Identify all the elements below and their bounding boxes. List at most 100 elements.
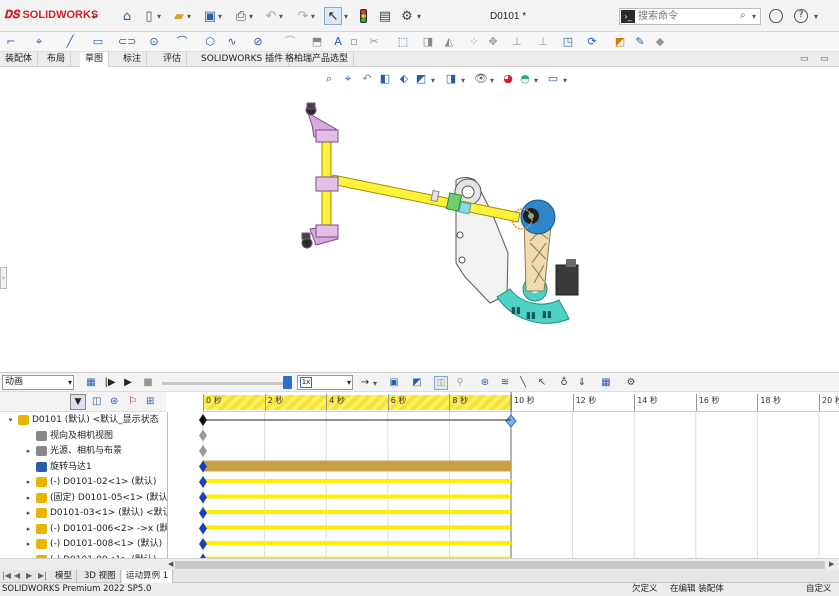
- search-input[interactable]: [638, 9, 738, 24]
- stop-icon[interactable]: ■: [141, 376, 155, 390]
- select-pointer-icon[interactable]: ↖: [324, 7, 342, 25]
- restore-icon[interactable]: ▭: [800, 54, 809, 64]
- tab-solidworks-addins[interactable]: SOLIDWORKS 插件: [196, 52, 290, 67]
- results-plots-icon[interactable]: ▦: [599, 376, 613, 390]
- menu-expand-icon[interactable]: ▸: [93, 12, 97, 21]
- graphics-area[interactable]: › ▮▮ ▮▮ ▮▮ ⌕ ⌖ ↶ ◧ ⬖ ◩ ▾ ◨ ▾ 👁 ▾ ◕ ◓ ▾ ▭…: [0, 67, 839, 372]
- damper-icon[interactable]: ╲: [516, 376, 530, 390]
- spline-icon[interactable]: ∿: [224, 34, 240, 50]
- tab-product-selection[interactable]: 格柏瑞产品选型: [280, 52, 355, 67]
- open-folder-icon[interactable]: ▰: [170, 7, 188, 25]
- chevron-down-icon[interactable]: ▾: [752, 12, 756, 21]
- arc-icon[interactable]: ⌒: [174, 34, 190, 50]
- playback-mode-icon[interactable]: →: [358, 376, 372, 390]
- view-orientation-icon[interactable]: ◩: [414, 72, 428, 86]
- fillet-icon[interactable]: ⌒: [282, 34, 298, 50]
- file-properties-icon[interactable]: ▤: [376, 7, 394, 25]
- previous-view-icon[interactable]: ↶: [360, 72, 374, 86]
- rectangle-icon[interactable]: ▭: [90, 34, 106, 50]
- trim-icon[interactable]: ✂: [366, 34, 382, 50]
- hide-show-items-icon[interactable]: 👁: [474, 72, 488, 86]
- view-settings-icon[interactable]: ▭: [546, 72, 560, 86]
- zoom-area-icon[interactable]: ⌖: [341, 72, 355, 86]
- chevron-down-icon[interactable]: ▾: [249, 12, 253, 21]
- chevron-down-icon[interactable]: ▾: [344, 12, 348, 21]
- chevron-down-icon[interactable]: ▾: [563, 76, 567, 85]
- animation-wizard-icon[interactable]: ◩: [410, 376, 424, 390]
- play-from-start-icon[interactable]: |▶: [103, 376, 117, 390]
- chevron-down-icon[interactable]: ▾: [417, 12, 421, 21]
- polygon-icon[interactable]: ⬡: [202, 34, 218, 50]
- first-tab-arrow-icon[interactable]: |◀: [2, 571, 11, 580]
- motion-study-properties-icon[interactable]: ⚙: [624, 376, 638, 390]
- circle-icon[interactable]: ⊙: [146, 34, 162, 50]
- undo-icon[interactable]: ↶: [262, 7, 280, 25]
- dynamic-annotation-icon[interactable]: ⬖: [397, 72, 411, 86]
- line-icon[interactable]: ╱: [62, 34, 78, 50]
- traffic-light-icon[interactable]: [360, 9, 367, 23]
- solidworks-logo[interactable]: 𝐃𝐒 SOLIDWORKS: [4, 9, 98, 22]
- rapid-sketch-icon[interactable]: ✎: [632, 34, 648, 50]
- options-gear-icon[interactable]: ⚙: [398, 7, 416, 25]
- text-icon[interactable]: A: [330, 34, 346, 50]
- slot-icon[interactable]: ⊂⊃: [118, 34, 136, 50]
- last-tab-arrow-icon[interactable]: ▶|: [38, 571, 47, 580]
- ellipse-icon[interactable]: ⊘: [250, 34, 266, 50]
- search-icon[interactable]: ⌕: [740, 10, 746, 21]
- gravity-icon[interactable]: ⇓: [575, 376, 589, 390]
- tab-3d-view[interactable]: 3D 视图: [80, 570, 121, 583]
- relations-icon[interactable]: ⊥: [509, 34, 525, 50]
- tab-layout[interactable]: 布局: [42, 52, 72, 67]
- playback-slider-thumb[interactable]: [283, 376, 292, 389]
- tab-evaluate[interactable]: 评估: [158, 52, 188, 67]
- scroll-left-icon[interactable]: ◀: [168, 560, 173, 568]
- point-icon[interactable]: ▫: [346, 34, 362, 50]
- contact-icon[interactable]: ♁: [557, 376, 571, 390]
- corner-rectangle-icon[interactable]: ⌐: [3, 34, 19, 50]
- tab-model[interactable]: 模型: [51, 570, 78, 583]
- new-document-icon[interactable]: ▯: [140, 7, 158, 25]
- custom-units[interactable]: 自定义: [806, 583, 832, 596]
- spring-icon[interactable]: ≋: [498, 376, 512, 390]
- linear-pattern-icon[interactable]: ⁘: [466, 34, 482, 50]
- home-icon[interactable]: ⌂: [118, 7, 136, 25]
- quick-snaps-icon[interactable]: ◳: [560, 34, 576, 50]
- save-animation-icon[interactable]: ▣: [387, 376, 401, 390]
- offset-icon[interactable]: ◨: [420, 34, 436, 50]
- chevron-down-icon[interactable]: ▾: [461, 76, 465, 85]
- chevron-down-icon[interactable]: ▾: [68, 376, 72, 389]
- instant2d-icon[interactable]: ⟳: [584, 34, 600, 50]
- chevron-down-icon[interactable]: ▾: [534, 76, 538, 85]
- pin-icon[interactable]: ▭: [820, 54, 829, 64]
- zoom-to-fit-icon[interactable]: ⌕: [322, 72, 336, 86]
- help-icon[interactable]: ?: [794, 9, 808, 23]
- redo-icon[interactable]: ↷: [294, 7, 312, 25]
- convert-entities-icon[interactable]: ⬚: [395, 34, 411, 50]
- force-icon[interactable]: ↖: [535, 376, 549, 390]
- tab-motion-study-1[interactable]: 运动算例 1: [122, 570, 174, 583]
- shaded-sketch-icon[interactable]: ◩: [612, 34, 628, 50]
- account-icon[interactable]: [769, 9, 783, 23]
- play-icon[interactable]: ▶: [121, 376, 135, 390]
- display-style-icon[interactable]: ◨: [444, 72, 458, 86]
- scroll-thumb[interactable]: [175, 561, 825, 569]
- chevron-down-icon[interactable]: ▾: [218, 12, 222, 21]
- chevron-down-icon[interactable]: ▾: [187, 12, 191, 21]
- playback-speed-select[interactable]: 1x ▾: [297, 375, 353, 390]
- search-commands-box[interactable]: ›_ ⌕ ▾: [619, 8, 761, 25]
- chevron-down-icon[interactable]: ▾: [311, 12, 315, 21]
- apply-scene-icon[interactable]: ◓: [518, 72, 532, 86]
- prev-tab-arrow-icon[interactable]: ◀: [14, 571, 20, 580]
- section-view-icon[interactable]: ◧: [378, 72, 392, 86]
- print-icon[interactable]: ⎙: [232, 7, 250, 25]
- sketch-tools-icon[interactable]: ◆: [652, 34, 668, 50]
- scroll-right-icon[interactable]: ▶: [829, 560, 834, 568]
- model-view[interactable]: ▮▮ ▮▮ ▮▮: [0, 67, 839, 372]
- playback-slider-track[interactable]: [162, 382, 290, 385]
- chevron-down-icon[interactable]: ▾: [373, 379, 377, 388]
- smart-dimension-icon[interactable]: ⌖: [31, 34, 47, 50]
- chevron-down-icon[interactable]: ▾: [347, 376, 351, 389]
- calculate-icon[interactable]: ▦: [84, 376, 98, 390]
- motor-icon[interactable]: ⊛: [478, 376, 492, 390]
- mirror-icon[interactable]: ◭: [441, 34, 457, 50]
